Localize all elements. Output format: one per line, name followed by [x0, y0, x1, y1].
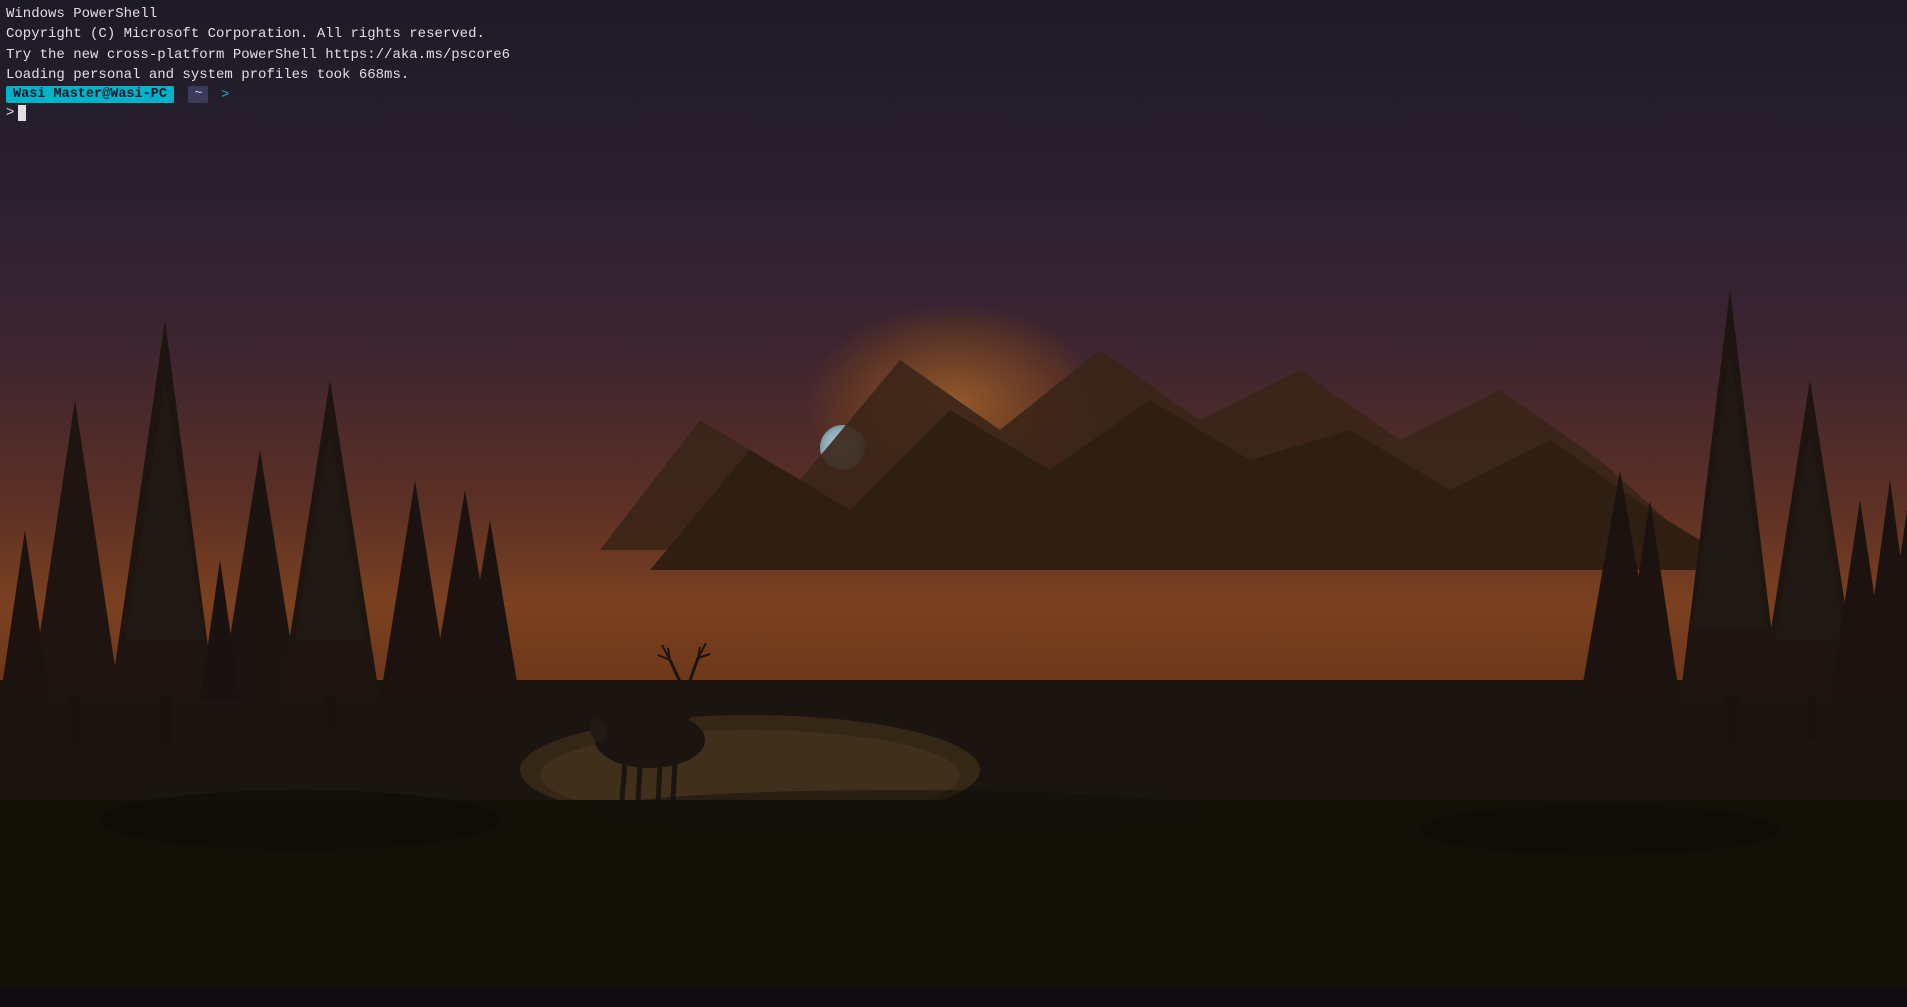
- cursor: [18, 105, 26, 121]
- terminal-line-copyright: Copyright (C) Microsoft Corporation. All…: [6, 24, 1901, 44]
- terminal-line-pscore: Try the new cross-platform PowerShell ht…: [6, 45, 1901, 65]
- input-gt-symbol: >: [6, 105, 14, 121]
- terminal-line-title: Windows PowerShell: [6, 4, 1901, 24]
- terminal-prompt: Wasi Master@Wasi-PC ~ >: [6, 86, 1901, 103]
- terminal-input-line[interactable]: >: [6, 105, 1901, 121]
- prompt-chevron: >: [212, 87, 229, 103]
- background-scene: [0, 0, 1907, 1007]
- prompt-tilde-badge: ~: [188, 86, 208, 103]
- prompt-user-badge: Wasi Master@Wasi-PC: [6, 86, 174, 103]
- prompt-arrow: [176, 87, 184, 103]
- terminal-line-loading: Loading personal and system profiles too…: [6, 65, 1901, 85]
- terminal-window: Windows PowerShell Copyright (C) Microso…: [0, 0, 1907, 121]
- scene-svg: [0, 0, 1907, 1007]
- taskbar: [0, 989, 1907, 1007]
